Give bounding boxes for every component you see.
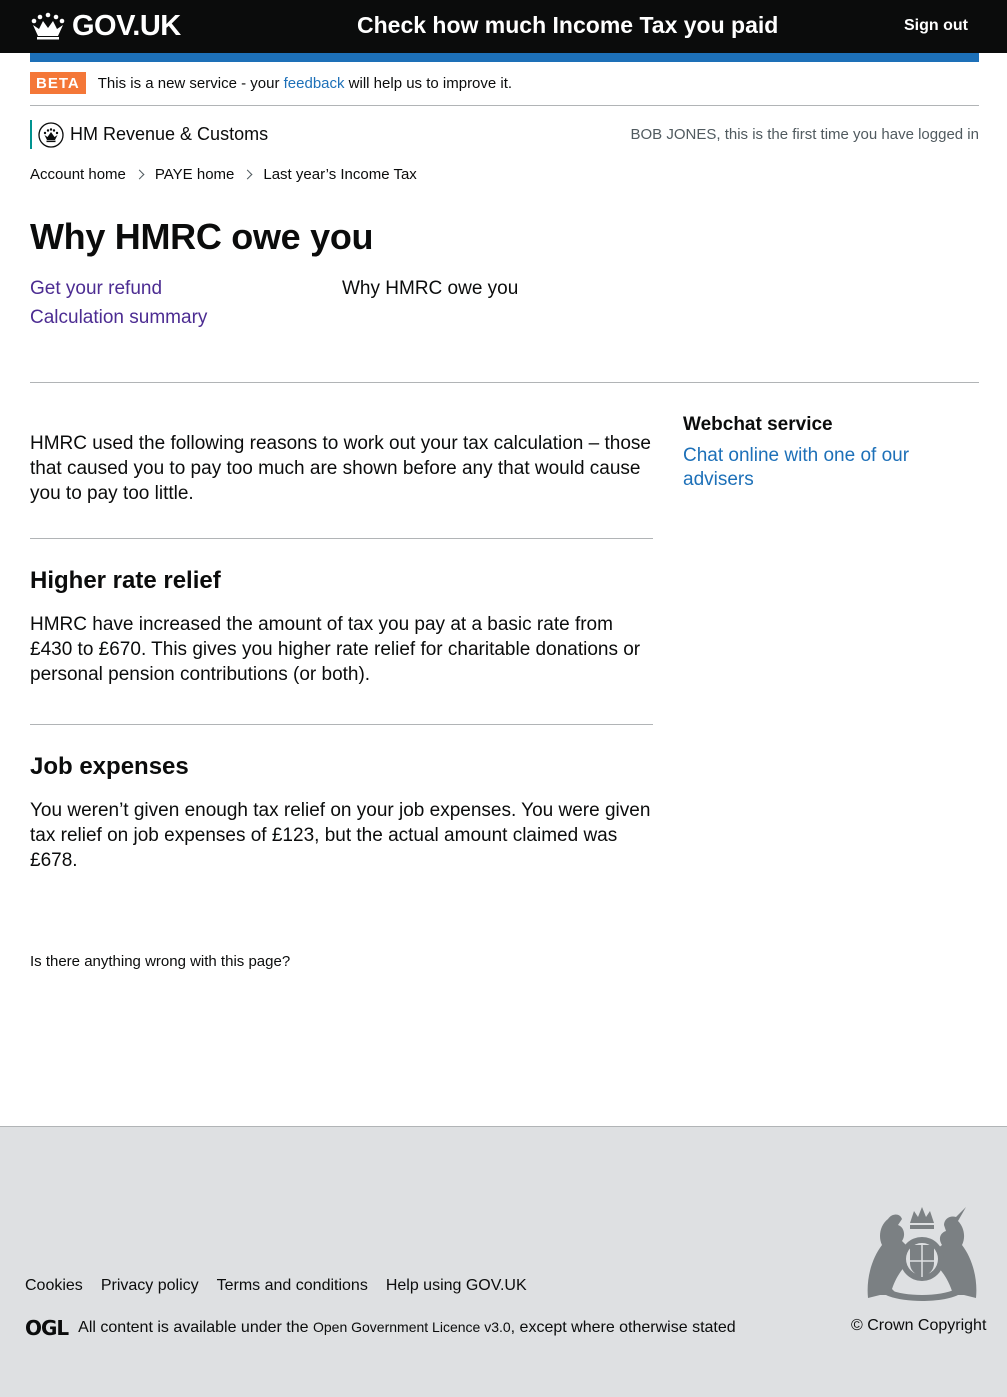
- beta-tag: BETA: [30, 72, 86, 94]
- govuk-logo-link[interactable]: GOV.UK: [30, 10, 181, 42]
- phase-text-after: will help us to improve it.: [344, 75, 513, 92]
- sub-navigation: Get your refund Calculation summary Why …: [30, 278, 630, 336]
- content-divider: [30, 538, 653, 539]
- page-title: Why HMRC owe you: [30, 216, 374, 257]
- ogl-logo-icon: OGL: [25, 1316, 69, 1340]
- govuk-logo-text: GOV.UK: [72, 9, 181, 42]
- phase-banner-text: This is a new service - your feedback wi…: [98, 72, 512, 95]
- site-header: GOV.UK Check how much Income Tax you pai…: [0, 0, 1007, 53]
- breadcrumb: Account home PAYE home Last year’s Incom…: [30, 166, 417, 183]
- footer-link-privacy[interactable]: Privacy policy: [101, 1277, 199, 1295]
- reason-body: HMRC have increased the amount of tax yo…: [30, 614, 641, 685]
- licence-statement: OGL All content is available under the O…: [25, 1316, 736, 1340]
- webchat-heading: Webchat service: [683, 414, 833, 435]
- breadcrumb-account-home[interactable]: Account home: [30, 166, 126, 183]
- service-name-link[interactable]: Check how much Income Tax you paid: [357, 12, 778, 39]
- royal-coat-of-arms-icon: [867, 1207, 977, 1301]
- feedback-link[interactable]: feedback: [284, 75, 345, 92]
- webchat-link[interactable]: Chat online with one of our advisers: [683, 444, 979, 492]
- reason-body: You weren’t given enough tax relief on y…: [30, 800, 651, 871]
- chevron-right-icon: [242, 169, 253, 180]
- breadcrumb-last-years-income-tax[interactable]: Last year’s Income Tax: [263, 166, 416, 183]
- login-note: BOB JONES, this is the first time you ha…: [630, 126, 980, 143]
- header-blue-bar: [30, 53, 979, 62]
- site-footer: Cookies Privacy policy Terms and conditi…: [0, 1126, 1007, 1397]
- licence-text-before: All content is available under the: [78, 1319, 313, 1336]
- footer-links: Cookies Privacy policy Terms and conditi…: [25, 1277, 527, 1295]
- open-government-licence-link[interactable]: Open Government Licence v3.0: [313, 1319, 511, 1335]
- intro-text: HMRC used the following reasons to work …: [30, 433, 651, 504]
- department-banner: HM Revenue & Customs: [30, 120, 268, 149]
- breadcrumb-paye-home[interactable]: PAYE home: [155, 166, 234, 183]
- licence-text-after: , except where otherwise stated: [510, 1319, 736, 1336]
- licence-text: All content is available under the Open …: [78, 1319, 736, 1337]
- footer-link-terms[interactable]: Terms and conditions: [217, 1277, 368, 1295]
- crown-copyright: © Crown Copyright: [851, 1317, 987, 1334]
- reason-heading: Higher rate relief: [30, 567, 221, 594]
- reason-job-expenses: Job expenses You weren’t given enough ta…: [30, 754, 653, 873]
- reason-heading: Job expenses: [30, 753, 189, 780]
- sign-out-link[interactable]: Sign out: [904, 17, 968, 35]
- phase-banner: BETA This is a new service - your feedba…: [30, 72, 979, 106]
- get-your-refund-link[interactable]: Get your refund: [30, 278, 630, 307]
- calculation-summary-link[interactable]: Calculation summary: [30, 307, 630, 336]
- subnav-current-page: Why HMRC owe you: [342, 278, 519, 299]
- reason-higher-rate-relief: Higher rate relief HMRC have increased t…: [30, 568, 653, 687]
- footer-link-help[interactable]: Help using GOV.UK: [386, 1277, 527, 1295]
- content-divider: [30, 724, 653, 725]
- footer-link-cookies[interactable]: Cookies: [25, 1277, 83, 1295]
- report-problem-link[interactable]: Is there anything wrong with this page?: [30, 953, 290, 970]
- section-divider: [30, 382, 979, 383]
- webchat-sidebar: Webchat service Chat online with one of …: [683, 414, 979, 492]
- department-name: HM Revenue & Customs: [70, 124, 269, 144]
- phase-text-before: This is a new service - your: [97, 75, 284, 92]
- crown-icon: [31, 12, 65, 40]
- chevron-right-icon: [134, 169, 145, 180]
- hmrc-crest-icon: [38, 121, 64, 148]
